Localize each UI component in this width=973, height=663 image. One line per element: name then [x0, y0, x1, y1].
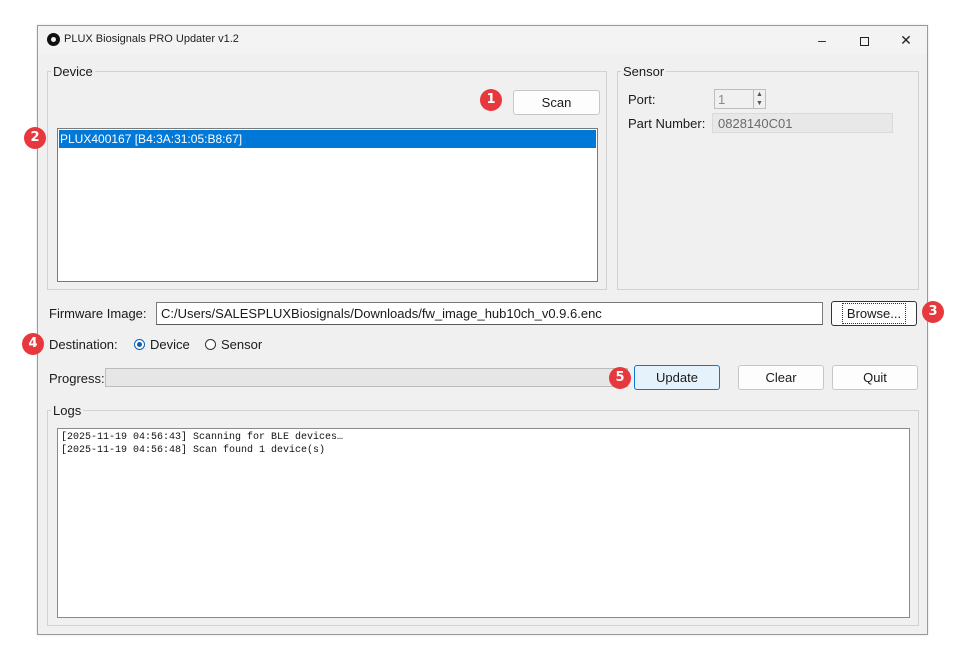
annotation-badge-1: 1	[480, 89, 502, 111]
destination-sensor-radio[interactable]	[205, 339, 216, 350]
sensor-group: Sensor	[617, 64, 919, 290]
clear-button-label: Clear	[765, 370, 797, 385]
browse-button-label: Browse...	[841, 303, 907, 324]
port-label: Port:	[628, 92, 656, 107]
device-list-item[interactable]: PLUX400167 [B4:3A:31:05:B8:67]	[59, 130, 596, 148]
annotation-badge-4: 4	[22, 333, 44, 355]
log-line: [2025-11-19 04:56:43] Scanning for BLE d…	[61, 432, 344, 443]
quit-button-label: Quit	[863, 370, 887, 385]
browse-button[interactable]: Browse...	[831, 301, 917, 326]
minimize-button[interactable]: –	[801, 26, 843, 54]
update-button[interactable]: Update	[634, 365, 720, 390]
logs-textarea[interactable]: [2025-11-19 04:56:43] Scanning for BLE d…	[57, 428, 910, 618]
port-value: 1	[718, 92, 726, 107]
log-line: [2025-11-19 04:56:48] Scan found 1 devic…	[61, 445, 326, 456]
destination-label: Destination:	[49, 337, 118, 352]
clear-button[interactable]: Clear	[738, 365, 824, 390]
logs-group-legend: Logs	[53, 403, 82, 418]
annotation-badge-3: 3	[922, 301, 944, 323]
annotation-badge-2: 2	[24, 127, 46, 149]
scan-button-label: Scan	[541, 95, 572, 110]
progress-label: Progress:	[49, 371, 105, 386]
title-bar: PLUX Biosignals PRO Updater v1.2 – ✕	[38, 26, 927, 54]
sensor-group-legend: Sensor	[623, 64, 665, 79]
part-number-label: Part Number:	[628, 116, 706, 131]
maximize-icon	[859, 36, 869, 46]
quit-button[interactable]: Quit	[832, 365, 918, 390]
annotation-badge-5: 5	[609, 367, 631, 389]
firmware-path-input[interactable]	[156, 302, 823, 325]
close-button[interactable]: ✕	[885, 26, 927, 54]
plux-app-icon	[47, 33, 60, 46]
update-button-label: Update	[656, 370, 698, 385]
scan-button[interactable]: Scan	[513, 90, 600, 115]
port-spinbox[interactable]: 1 ▲ ▼	[714, 89, 766, 109]
device-group-legend: Device	[53, 64, 93, 79]
progress-bar	[105, 368, 628, 387]
part-number-value: 0828140C01	[718, 116, 793, 131]
device-list[interactable]: PLUX400167 [B4:3A:31:05:B8:67]	[57, 128, 598, 282]
updater-window: PLUX Biosignals PRO Updater v1.2 – ✕ Dev…	[37, 25, 928, 635]
destination-sensor-label[interactable]: Sensor	[221, 337, 262, 352]
firmware-image-label: Firmware Image:	[49, 306, 147, 321]
spin-arrows-icon[interactable]: ▲ ▼	[753, 90, 765, 108]
destination-device-label[interactable]: Device	[150, 337, 190, 352]
destination-device-radio[interactable]	[134, 339, 145, 350]
window-title: PLUX Biosignals PRO Updater v1.2	[64, 33, 239, 45]
maximize-button[interactable]	[843, 26, 885, 54]
